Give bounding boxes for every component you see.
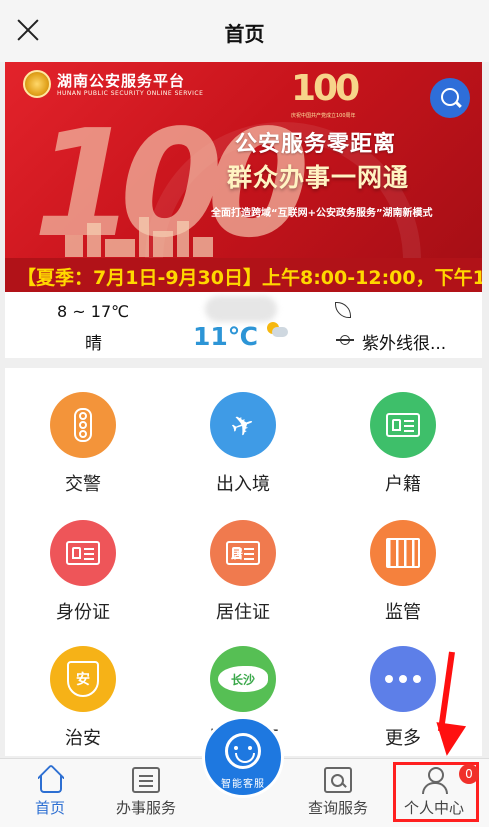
blurred-location: [205, 296, 277, 322]
slogan-line2: 群众办事一网通: [227, 163, 410, 192]
service-icon-bg: [370, 392, 436, 458]
promo-banner[interactable]: 湖南公安服务平台 HUNAN PUBLIC SECURITY ONLINE SE…: [5, 62, 482, 292]
smart-assistant-button[interactable]: 智能客服: [202, 716, 284, 798]
service-public-security[interactable]: 安 治安: [23, 646, 143, 764]
document-search-icon: [324, 767, 352, 793]
headset-agent-icon: [225, 733, 261, 769]
police-emblem-icon: [23, 70, 51, 98]
document-edit-icon: [132, 767, 160, 793]
annotation-arrow-icon: [431, 722, 467, 758]
search-icon[interactable]: [430, 78, 470, 118]
service-label: 治安: [65, 728, 101, 749]
service-icon-bg: 安: [50, 646, 116, 712]
tab-home[interactable]: 首页: [2, 759, 98, 827]
service-immigration[interactable]: ✈ 出入境: [183, 392, 303, 510]
brand-name: 湖南公安服务平台: [57, 72, 186, 90]
weather-description: 晴: [85, 334, 102, 354]
anniversary-caption: 庆祝中国共产党成立100周年: [291, 113, 356, 119]
service-icon-bg: [50, 520, 116, 586]
more-dots-icon: [370, 646, 436, 712]
anniversary-number: 100: [291, 68, 360, 109]
current-temperature: 11℃: [193, 322, 259, 351]
id-card-icon: [50, 520, 116, 586]
tab-label: 首页: [34, 799, 65, 817]
changsha-glyph: 长沙: [230, 672, 255, 687]
service-supervision[interactable]: 监管: [343, 520, 463, 638]
service-label: 身份证: [56, 602, 110, 623]
hours-ticker: 【夏季：7月1日-9月30日】上午8:00-12:00，下午1: [5, 258, 482, 292]
service-icon-bg: [370, 646, 436, 712]
service-icon-bg: 长沙: [210, 646, 276, 712]
security-glyph: 安: [76, 672, 90, 688]
service-traffic-police[interactable]: 交警: [23, 392, 143, 510]
assistant-label: 智能客服: [221, 779, 265, 790]
service-icon-bg: ✈: [210, 392, 276, 458]
ticker-text: 【夏季：7月1日-9月30日】上午8:00-12:00，下午1: [17, 267, 482, 289]
service-id-card[interactable]: 身份证: [23, 520, 143, 638]
home-icon: [40, 775, 62, 793]
service-icon-bg: [370, 520, 436, 586]
city-skyline-illustration: [65, 212, 215, 257]
tab-affairs[interactable]: 办事服务: [98, 759, 194, 827]
residence-card-icon: 居: [210, 520, 276, 586]
airplane-icon: ✈: [226, 405, 260, 445]
slogan-line1: 公安服务零距离: [235, 132, 397, 157]
traffic-light-icon: [50, 392, 116, 458]
service-label: 出入境: [216, 474, 270, 495]
sun-uv-icon: [336, 332, 354, 348]
top-bar: 首页: [0, 0, 489, 62]
service-label: 交警: [65, 474, 101, 495]
page-title: 首页: [224, 22, 265, 46]
service-icon-bg: [50, 392, 116, 458]
service-household[interactable]: 户籍: [343, 392, 463, 510]
residence-glyph: 居: [231, 546, 244, 561]
services-grid: 交警 ✈ 出入境 户籍 身份证 居 居住证 监管 安 治安 长沙 更多: [5, 368, 482, 756]
weather-panel: 8 ~ 17℃ 晴 11℃ 紫外线很...: [5, 292, 482, 358]
id-card-icon: [370, 392, 436, 458]
uv-index: 紫外线很...: [362, 334, 447, 354]
temperature-range: 8 ~ 17℃: [57, 302, 130, 321]
sub-slogan: 全面打造跨域“互联网+公安政务服务”湖南新模式: [211, 208, 433, 219]
tab-label: 查询服务: [307, 799, 368, 817]
brand-name-en: HUNAN PUBLIC SECURITY ONLINE SERVICE: [57, 90, 204, 97]
leaf-icon: [335, 302, 351, 318]
tab-label: 办事服务: [115, 799, 176, 817]
notification-badge: 0: [459, 764, 479, 784]
tab-query[interactable]: 查询服务: [290, 759, 386, 827]
partly-sunny-icon: [267, 322, 288, 338]
service-residence-permit[interactable]: 居 居住证: [183, 520, 303, 638]
service-label: 户籍: [385, 474, 421, 495]
prison-bars-icon: [370, 520, 436, 586]
service-label: 居住证: [216, 602, 270, 623]
changsha-map-icon: 长沙: [210, 646, 276, 712]
service-icon-bg: 居: [210, 520, 276, 586]
anniversary-logo: 100 庆祝中国共产党成立100周年: [291, 68, 363, 126]
shield-icon: 安: [50, 646, 116, 712]
service-label: 监管: [385, 602, 421, 623]
